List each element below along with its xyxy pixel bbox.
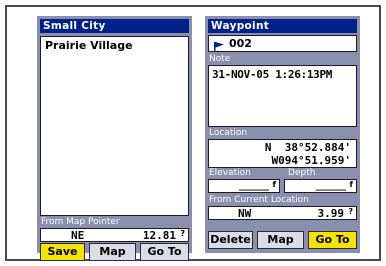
city-name: Prairie Village [45,39,133,52]
waypoint-id: 002 [229,37,252,50]
waypoint-panel: Waypoint 002 Note 31-NOV-05 1:26:13PM Lo… [205,16,360,253]
panel-title: Small City [40,19,189,33]
city-name-box[interactable]: Prairie Village [40,36,189,216]
blue-flag-icon[interactable] [213,38,225,52]
current-direction: NW [238,207,252,220]
elevation-field[interactable]: _____ f [208,179,280,193]
panel-title: Waypoint [208,19,357,33]
goto-button[interactable]: Go To [308,231,357,249]
distance-unit-mark: ? [348,207,353,216]
note-field[interactable]: 31-NOV-05 1:26:13PM [208,65,357,127]
pointer-distance-box: NE 12.81 ? [40,228,189,242]
map-button[interactable]: Map [257,231,304,249]
depth-field[interactable]: _____ f [284,179,357,193]
current-location-caption: From Current Location [209,195,309,205]
waypoint-name-field[interactable]: 002 [208,35,357,52]
map-button[interactable]: Map [89,243,136,261]
location-longitude: W094°51.959' [271,154,351,167]
note-text: 31-NOV-05 1:26:13PM [212,68,333,81]
elevation-unit-mark: f [272,180,276,189]
depth-caption: Depth [288,168,316,178]
location-caption: Location [209,128,248,138]
goto-button[interactable]: Go To [140,243,189,261]
depth-unit-mark: f [349,180,353,189]
current-distance: 3.99 [317,207,345,220]
location-latitude: N 38°52.884' [264,141,351,154]
depth-value: _____ [315,180,346,191]
save-button[interactable]: Save [40,243,85,261]
location-field[interactable]: N 38°52.884' W094°51.959' [208,139,357,168]
pointer-direction: NE [71,229,85,242]
elevation-value: _____ [238,180,269,191]
map-pointer-caption: From Map Pointer [41,217,120,227]
current-distance-box: NW 3.99 ? [208,206,357,220]
small-city-panel: Small City Prairie Village From Map Poin… [37,16,192,261]
distance-unit-mark: ? [180,229,185,238]
delete-button[interactable]: Delete [208,231,253,249]
elevation-caption: Elevation [209,168,251,178]
note-caption: Note [209,54,231,64]
pointer-distance: 12.81 [142,229,176,242]
